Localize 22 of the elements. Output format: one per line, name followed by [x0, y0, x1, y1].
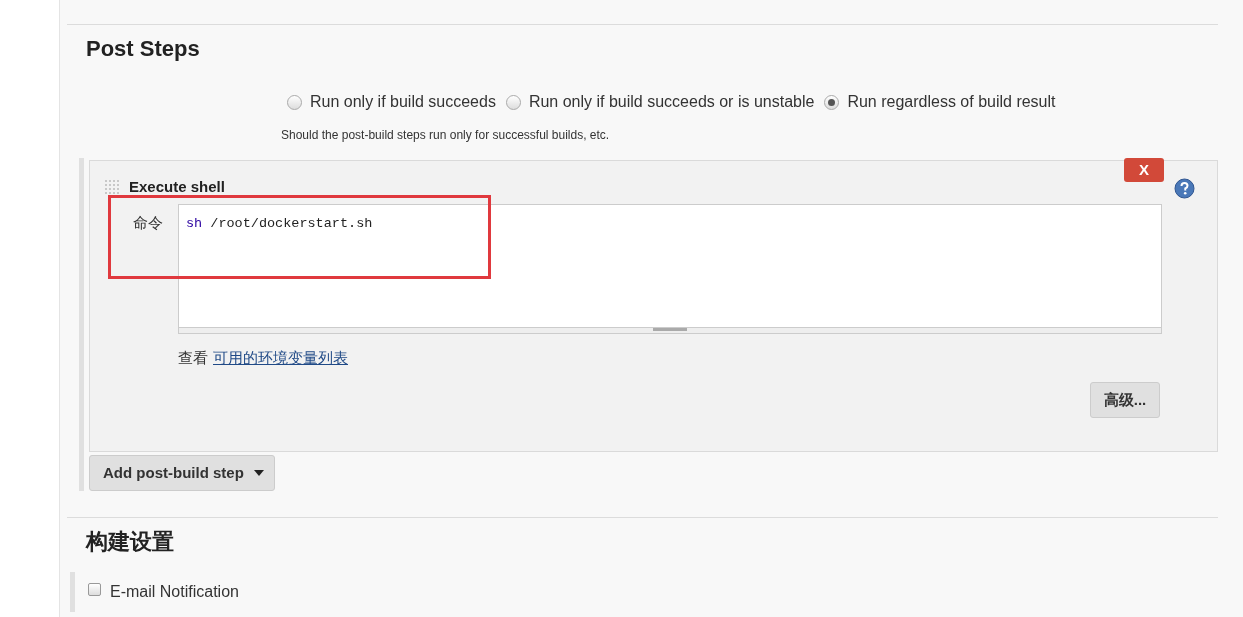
checkbox-label: E-mail Notification	[110, 582, 239, 602]
command-label: 命令	[133, 212, 164, 233]
drag-handle-icon[interactable]	[104, 179, 120, 196]
section-heading: Post Steps	[86, 35, 200, 63]
radio-label: Run only if build succeeds	[310, 92, 496, 112]
radio-label: Run only if build succeeds or is unstable	[528, 92, 815, 112]
add-step-button[interactable]: Add post-build step	[89, 455, 275, 491]
delete-button[interactable]: X	[1124, 158, 1164, 182]
command-textarea[interactable]: sh /root/dockerstart.sh	[178, 203, 1162, 334]
radio-label: Run regardless of build result	[847, 92, 1056, 112]
view-label: 查看	[178, 347, 208, 368]
help-icon[interactable]	[1174, 178, 1195, 199]
radio-button[interactable]	[824, 94, 840, 110]
checkbox[interactable]	[88, 582, 101, 596]
step-title: Execute shell	[129, 177, 225, 197]
radio-button[interactable]	[287, 94, 302, 110]
caret-icon	[253, 470, 264, 476]
section-heading: 构建设置	[86, 528, 174, 556]
radio-button[interactable]	[505, 94, 521, 110]
help-text: Should the post-build steps run only for successful builds, etc.	[281, 127, 610, 144]
advanced-button[interactable]: 高级...	[1090, 382, 1160, 418]
env-vars-link[interactable]: 可用的环境变量列表	[213, 346, 348, 369]
